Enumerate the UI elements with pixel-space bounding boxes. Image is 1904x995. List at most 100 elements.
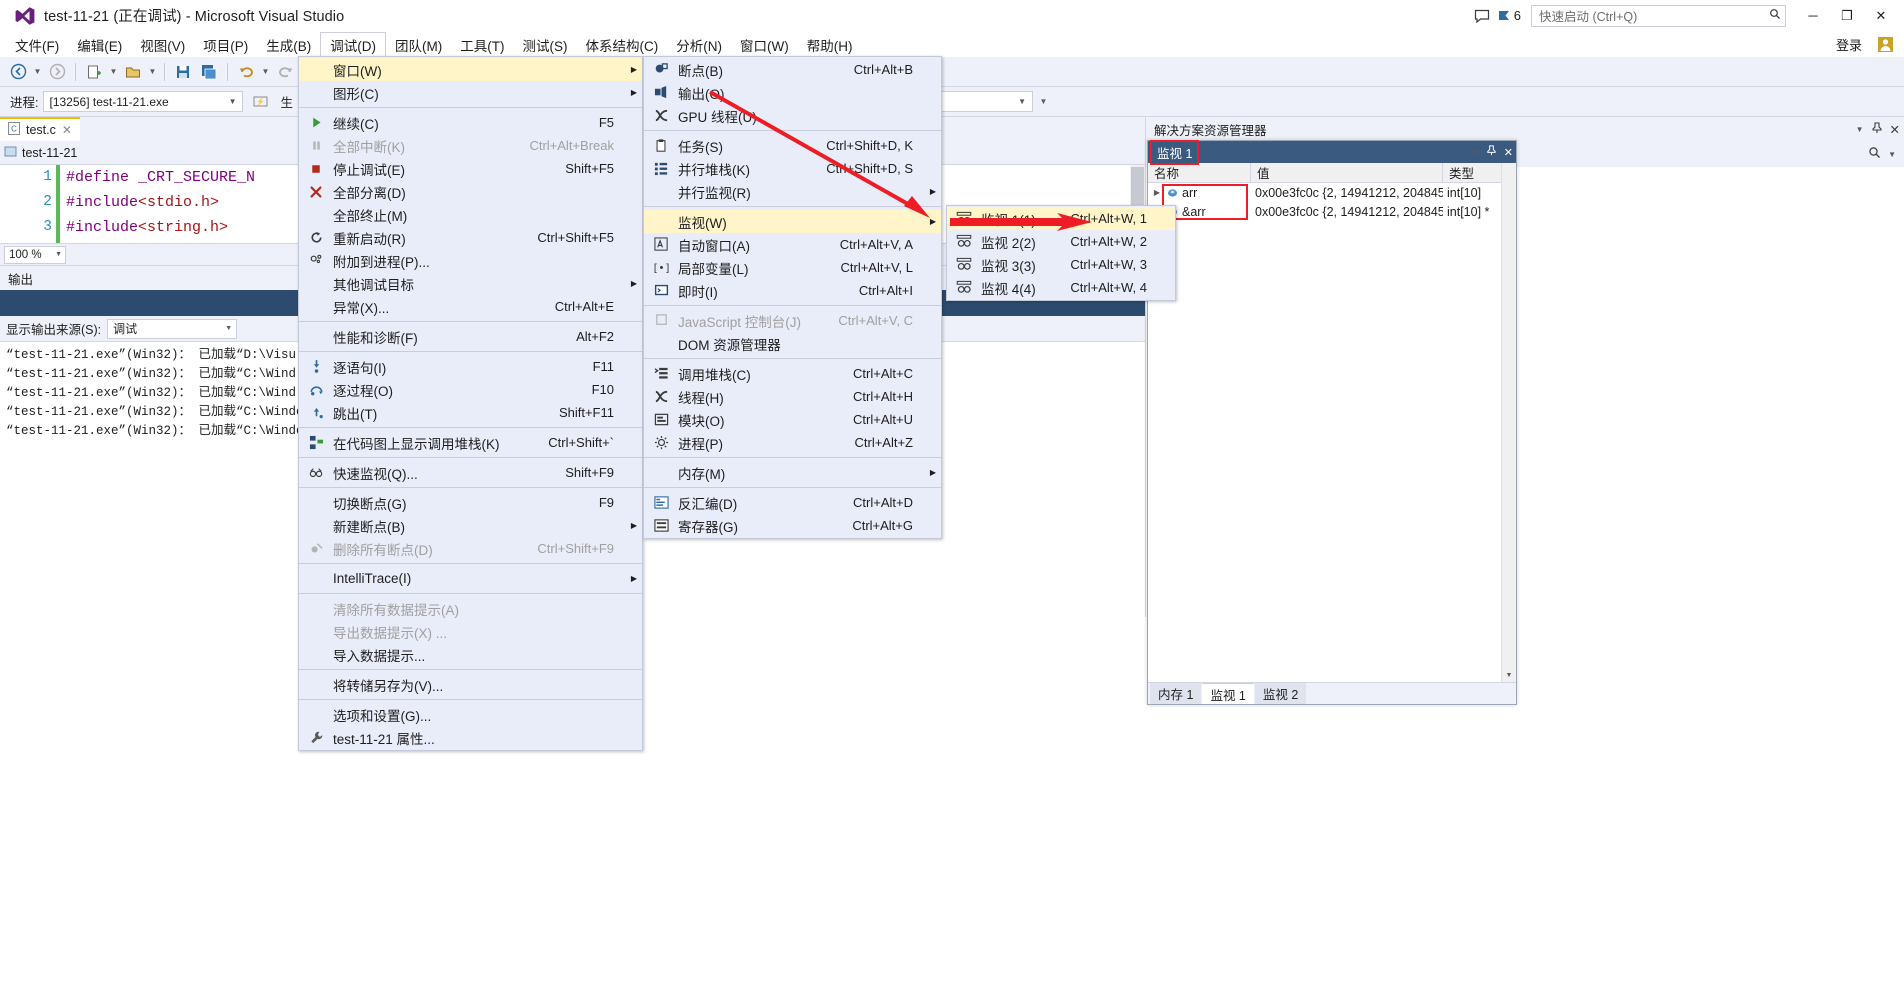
- menu-debug[interactable]: 调试(D): [320, 32, 386, 57]
- undo-dropdown-icon[interactable]: ▼: [260, 67, 271, 76]
- watch-value-cell[interactable]: 0x00e3fc0c {2, 14941212, 2048455(: [1251, 205, 1443, 219]
- watch-submenu[interactable]: 监视 1(1) Ctrl+Alt+W, 1 监视 2(2) Ctrl+Alt+W, 2…: [946, 205, 1176, 301]
- menu-test[interactable]: 测试(S): [514, 32, 577, 57]
- menu-item-o[interactable]: 逐过程(O) F10: [299, 378, 642, 401]
- watch-row[interactable]: ▶ arr 0x00e3fc0c {2, 14941212, 2048455(int…: [1148, 183, 1501, 202]
- menu-build[interactable]: 生成(B): [257, 32, 320, 57]
- menu-item-i[interactable]: 即时(I) Ctrl+Alt+I: [644, 279, 941, 302]
- open-file-icon[interactable]: [121, 60, 145, 84]
- new-project-icon[interactable]: [82, 60, 106, 84]
- menu-item-x[interactable]: 异常(X)... Ctrl+Alt+E: [299, 295, 642, 318]
- menu-item-t[interactable]: 跳出(T) Shift+F11: [299, 401, 642, 424]
- menu-item-b[interactable]: 新建断点(B) ▶: [299, 514, 642, 537]
- open-dropdown-icon[interactable]: ▼: [147, 67, 158, 76]
- menu-view[interactable]: 视图(V): [131, 32, 194, 57]
- menu-item-o[interactable]: 输出(O): [644, 81, 941, 104]
- menu-item-r[interactable]: 重新启动(R) Ctrl+Shift+F5: [299, 226, 642, 249]
- maximize-button[interactable]: ❐: [1830, 3, 1864, 29]
- menu-edit[interactable]: 编辑(E): [68, 32, 131, 57]
- menu-item-s[interactable]: 任务(S) Ctrl+Shift+D, K: [644, 134, 941, 157]
- chevron-down-icon[interactable]: ▼: [1856, 125, 1864, 134]
- back-dropdown-icon[interactable]: ▼: [32, 67, 43, 76]
- save-all-icon[interactable]: [197, 60, 221, 84]
- menu-item-m[interactable]: 内存(M) ▶: [644, 461, 941, 484]
- menu-item-k[interactable]: 在代码图上显示调用堆栈(K) Ctrl+Shift+`: [299, 431, 642, 454]
- menu-item-g[interactable]: 寄存器(G) Ctrl+Alt+G: [644, 514, 941, 537]
- redo-icon[interactable]: [273, 60, 297, 84]
- menu-item-f[interactable]: 性能和诊断(F) Alt+F2: [299, 325, 642, 348]
- menu-item-o[interactable]: 模块(O) Ctrl+Alt+U: [644, 408, 941, 431]
- chevron-down-icon[interactable]: ▼: [1888, 150, 1904, 159]
- search-icon[interactable]: [1868, 146, 1881, 162]
- menu-item-g[interactable]: 切换断点(G) F9: [299, 491, 642, 514]
- quick-launch-input[interactable]: 快速启动 (Ctrl+Q): [1531, 4, 1786, 27]
- notification-indicator[interactable]: 6: [1497, 8, 1521, 23]
- menu-window[interactable]: 窗口(W): [731, 32, 798, 57]
- watch-grid[interactable]: 名称 值 类型 ▶ arr 0x00e3fc0c {2, 14941212, 204…: [1148, 163, 1501, 682]
- menu-file[interactable]: 文件(F): [6, 32, 68, 57]
- column-header-type[interactable]: 类型: [1443, 163, 1501, 182]
- menu-item-intellitracei[interactable]: IntelliTrace(I) ▶: [299, 567, 642, 590]
- menu-item-[interactable]: 导入数据提示...: [299, 643, 642, 666]
- column-header-value[interactable]: 值: [1251, 163, 1443, 182]
- pin-icon[interactable]: [1871, 121, 1883, 137]
- lifecycle-events-icon[interactable]: ⚡: [248, 90, 272, 114]
- close-icon[interactable]: ✕: [1504, 146, 1513, 159]
- menu-item-k[interactable]: 并行堆栈(K) Ctrl+Shift+D, S: [644, 157, 941, 180]
- menu-item-22[interactable]: 监视 2(2) Ctrl+Alt+W, 2: [947, 230, 1175, 253]
- watch-value-cell[interactable]: 0x00e3fc0c {2, 14941212, 2048455(: [1251, 186, 1443, 200]
- menu-item-v[interactable]: 将转储另存为(V)...: [299, 673, 642, 696]
- menu-item-44[interactable]: 监视 4(4) Ctrl+Alt+W, 4: [947, 276, 1175, 299]
- menu-team[interactable]: 团队(M): [386, 32, 451, 57]
- search-icon[interactable]: [1769, 8, 1781, 23]
- menu-item-l[interactable]: [•] 局部变量(L) Ctrl+Alt+V, L: [644, 256, 941, 279]
- process-combo[interactable]: [13256] test-11-21.exe ▼: [43, 91, 244, 112]
- watch-row-name-cell[interactable]: ▶ arr: [1148, 186, 1251, 200]
- chevron-down-icon[interactable]: ▼: [1471, 148, 1479, 157]
- menu-item-w[interactable]: 监视(W) ▶: [644, 210, 941, 233]
- navigate-back-icon[interactable]: [6, 60, 30, 84]
- menu-item-h[interactable]: 线程(H) Ctrl+Alt+H: [644, 385, 941, 408]
- chevron-down-icon[interactable]: ▼: [225, 97, 241, 106]
- sign-in-link[interactable]: 登录: [1836, 35, 1862, 54]
- save-icon[interactable]: [171, 60, 195, 84]
- chevron-down-icon[interactable]: ▼: [221, 325, 236, 332]
- menu-item-q[interactable]: 快速监视(Q)... Shift+F9: [299, 461, 642, 484]
- chevron-down-icon[interactable]: ▼: [1014, 97, 1030, 106]
- menu-item-c[interactable]: 继续(C) F5: [299, 111, 642, 134]
- watch-tab-watch-2[interactable]: 监视 2: [1254, 683, 1307, 704]
- watch-row[interactable]: &arr 0x00e3fc0c {2, 14941212, 2048455(int…: [1148, 202, 1501, 221]
- chevron-down-icon[interactable]: ▼: [52, 251, 65, 258]
- menu-item-p[interactable]: 附加到进程(P)...: [299, 249, 642, 272]
- watch-tab-memory-1[interactable]: 内存 1: [1150, 683, 1202, 704]
- menu-item-c[interactable]: 图形(C) ▶: [299, 81, 642, 104]
- menu-item-d[interactable]: 反汇编(D) Ctrl+Alt+D: [644, 491, 941, 514]
- watch-tab-watch-1[interactable]: 监视 1: [1202, 683, 1254, 704]
- toolbar-overflow-icon[interactable]: ▼: [1038, 97, 1049, 106]
- menu-item-c[interactable]: 调用堆栈(C) Ctrl+Alt+C: [644, 362, 941, 385]
- menu-item-a[interactable]: 自动窗口(A) Ctrl+Alt+V, A: [644, 233, 941, 256]
- menu-item-e[interactable]: 停止调试(E) Shift+F5: [299, 157, 642, 180]
- zoom-level-combo[interactable]: 100 % ▼: [4, 245, 66, 264]
- debug-menu-dropdown[interactable]: 窗口(W) ▶ 图形(C) ▶ 继续(C) F5 全部中断(K) Ctrl+Alt+Break…: [298, 56, 643, 751]
- debug-window-submenu[interactable]: 断点(B) Ctrl+Alt+B 输出(O) GPU 线程(U) 任务(S) Ctrl+S…: [643, 56, 942, 539]
- menu-item-r[interactable]: 并行监视(R) ▶: [644, 180, 941, 203]
- menu-item-11[interactable]: 监视 1(1) Ctrl+Alt+W, 1: [947, 207, 1175, 230]
- output-source-combo[interactable]: 调试 ▼: [107, 318, 238, 339]
- menu-help[interactable]: 帮助(H): [798, 32, 862, 57]
- watch-vertical-scrollbar[interactable]: ▼: [1501, 163, 1516, 682]
- menu-item-test1121[interactable]: test-11-21 属性...: [299, 726, 642, 749]
- user-profile-icon[interactable]: [1874, 34, 1896, 56]
- menu-tools[interactable]: 工具(T): [451, 32, 513, 57]
- column-header-name[interactable]: 名称: [1148, 163, 1251, 182]
- pin-icon[interactable]: [1486, 145, 1497, 159]
- menu-architecture[interactable]: 体系结构(C): [577, 32, 668, 57]
- menu-item-33[interactable]: 监视 3(3) Ctrl+Alt+W, 3: [947, 253, 1175, 276]
- watch-window[interactable]: 监视 1 ▼ ✕ 名称 值 类型 ▶ arr 0x00e3fc0c {2, 1494…: [1147, 139, 1517, 705]
- menu-item-w[interactable]: 窗口(W) ▶: [299, 58, 642, 81]
- navbar-scope[interactable]: test-11-21: [4, 145, 77, 161]
- menu-item-m[interactable]: 全部终止(M): [299, 203, 642, 226]
- close-button[interactable]: ✕: [1864, 3, 1898, 29]
- new-dropdown-icon[interactable]: ▼: [108, 67, 119, 76]
- menu-item-dom[interactable]: DOM 资源管理器: [644, 332, 941, 355]
